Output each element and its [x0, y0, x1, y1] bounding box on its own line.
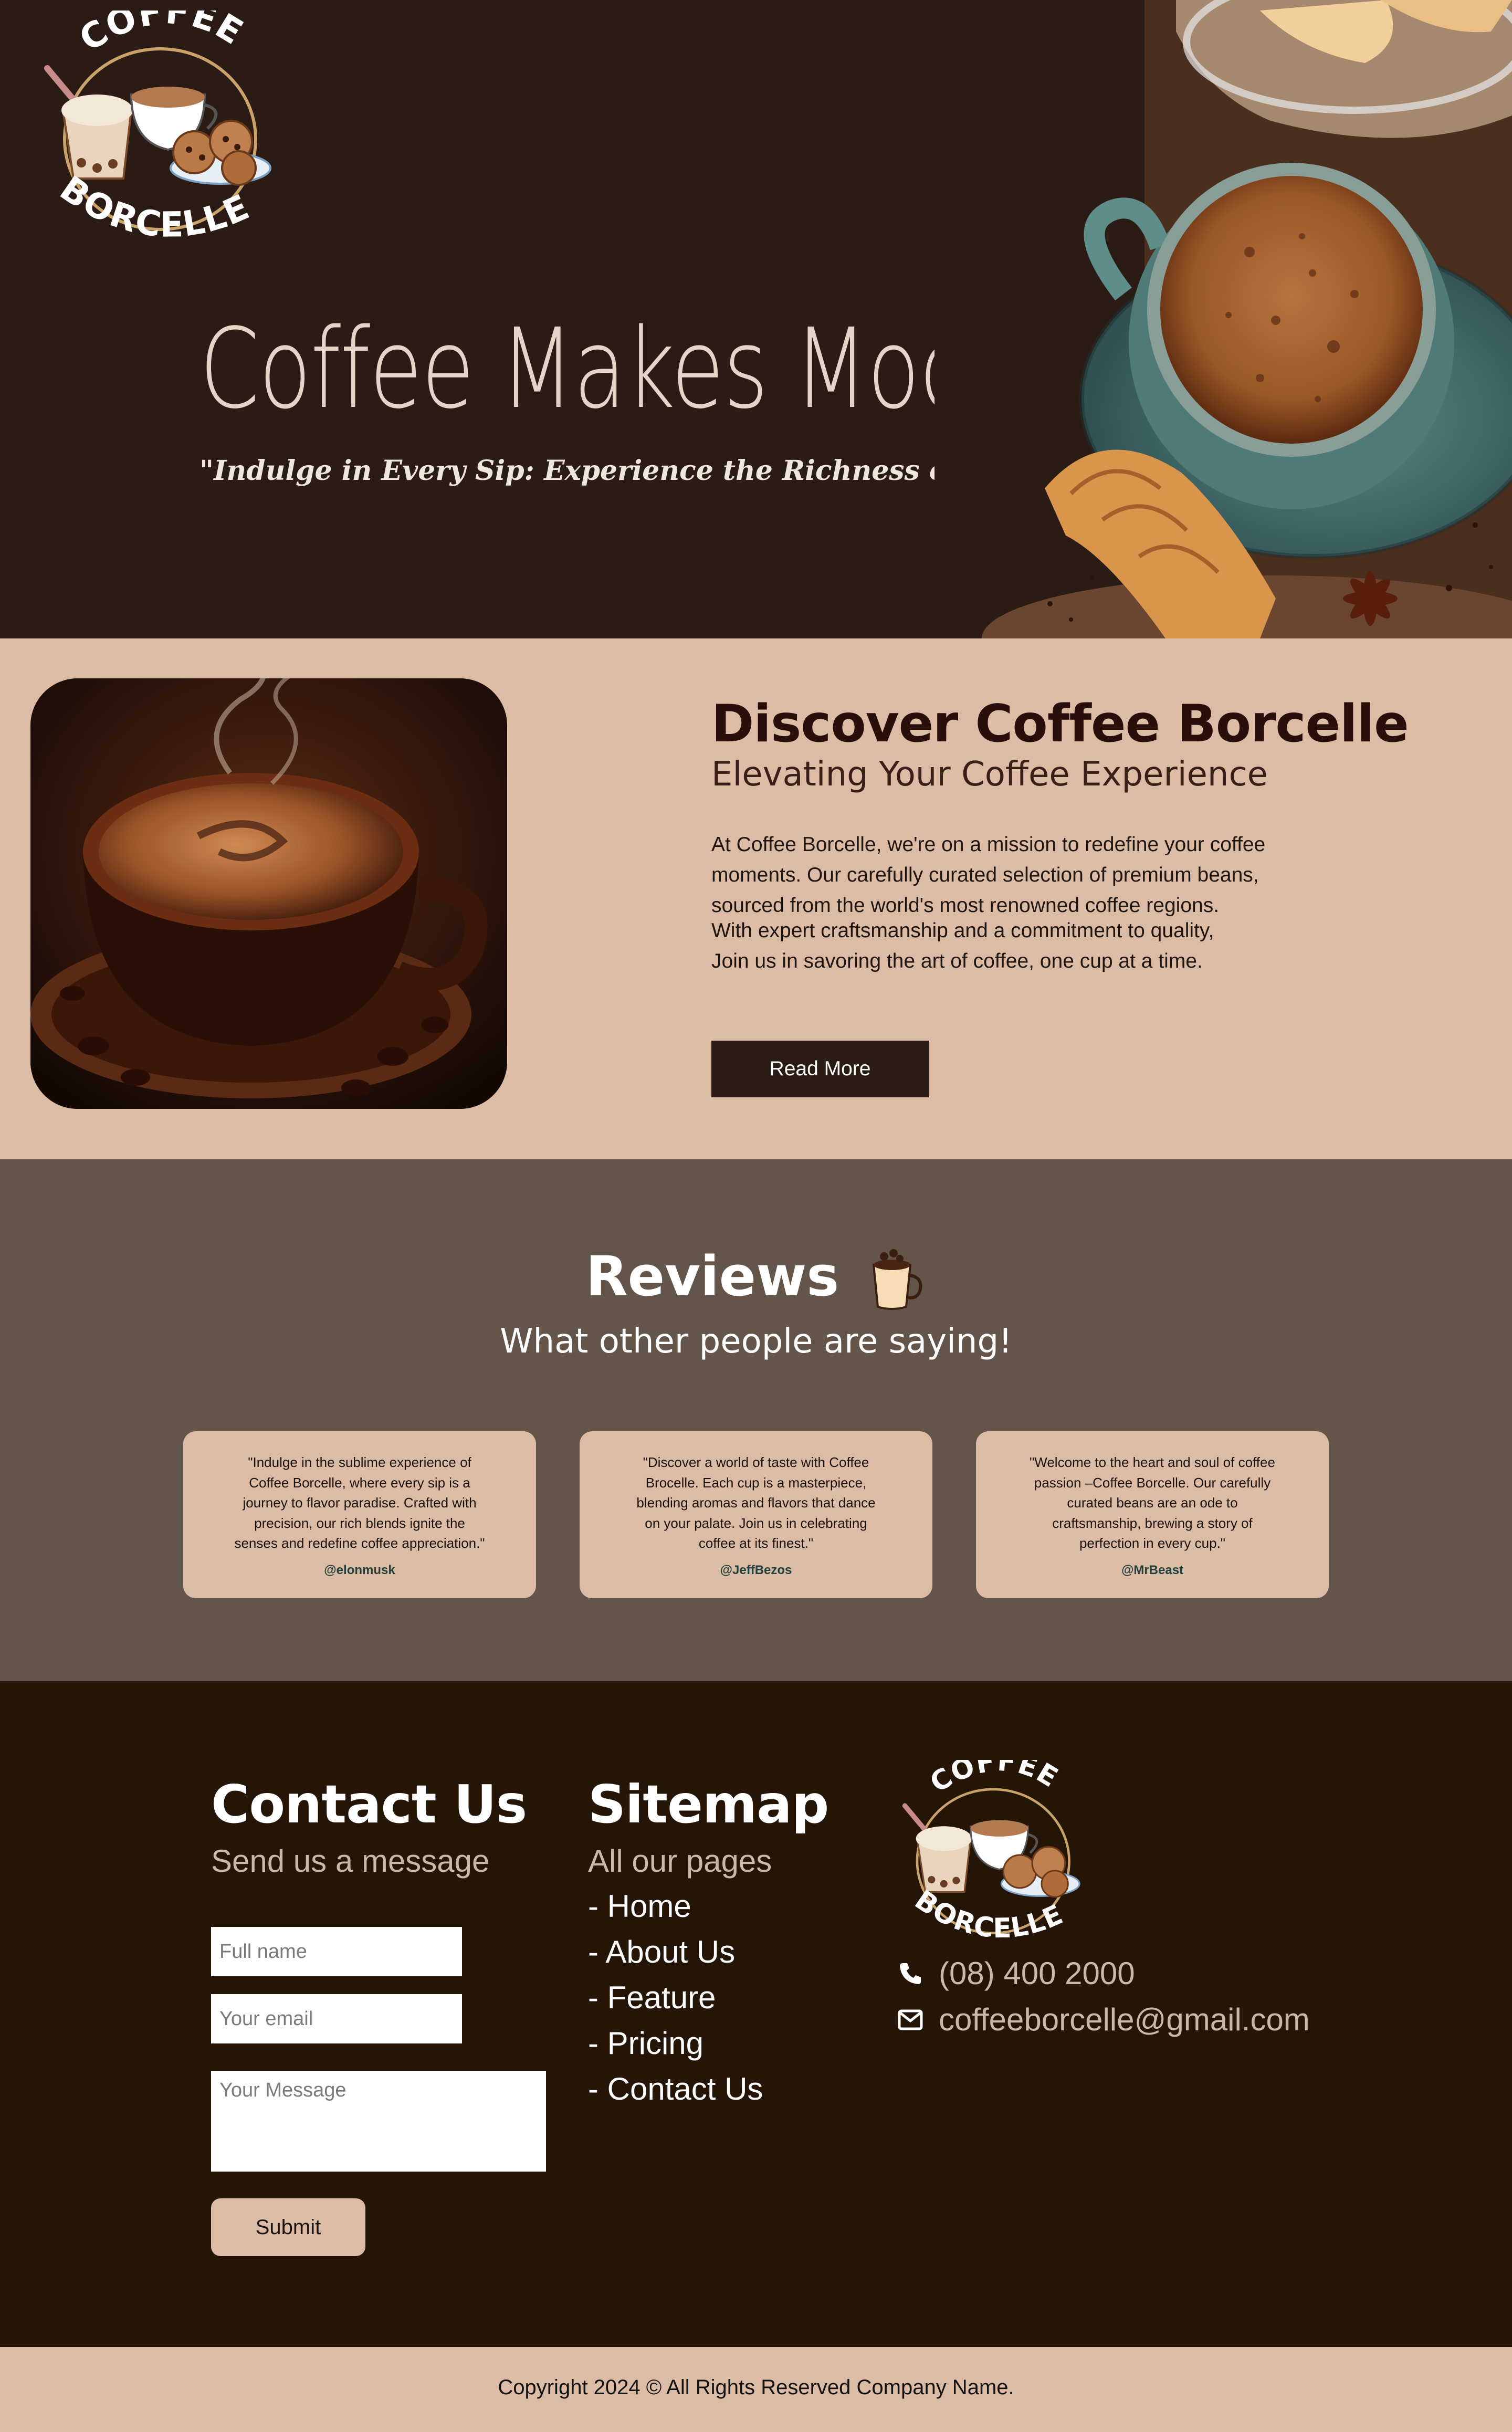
full-name-input[interactable]	[211, 1927, 462, 1976]
svg-text:COFFEE: COFFEE	[72, 11, 250, 59]
review-card: "Welcome to the heart and soul of coffee…	[976, 1431, 1329, 1598]
email-input[interactable]	[211, 1994, 462, 2043]
svg-text:COFFEE: COFFEE	[925, 1760, 1064, 1799]
footer-section: Contact Us Send us a message Submit Site…	[0, 1681, 1512, 2347]
about-section: Discover Coffee Borcelle Elevating Your …	[0, 638, 1512, 1159]
review-card: "Indulge in the sublime experience of Co…	[183, 1431, 536, 1598]
coffee-cup-illustration	[30, 678, 507, 1109]
sitemap-link-feature[interactable]: - Feature	[588, 1979, 716, 2016]
footer-logo[interactable]: COFFEE BORCELLE	[892, 1760, 1082, 1954]
sitemap-title: Sitemap	[588, 1774, 829, 1835]
email-address: coffeeborcelle@gmail.com	[939, 2002, 1310, 2037]
logo-illustration: COFFEE BORCELLE	[44, 11, 271, 245]
sitemap-link-contact[interactable]: - Contact Us	[588, 2071, 763, 2107]
copyright-bar: Copyright 2024 © All Rights Reserved Com…	[0, 2347, 1512, 2432]
sitemap-link-pricing[interactable]: - Pricing	[588, 2025, 704, 2061]
reviews-subtitle: What other people are saying!	[500, 1322, 1012, 1361]
hero-section: COFFEE BORCELLE Coffee Makes Mood "Indul…	[0, 0, 1512, 638]
message-textarea[interactable]	[211, 2071, 546, 2172]
envelope-icon	[898, 2009, 923, 2030]
about-title: Discover Coffee Borcelle	[711, 694, 1409, 754]
reviews-section: Reviews What other people are saying! "I…	[0, 1159, 1512, 1681]
coffee-cup-icon	[873, 1249, 922, 1310]
email-row[interactable]: coffeeborcelle@gmail.com	[898, 2001, 1310, 2038]
sitemap-link-about[interactable]: - About Us	[588, 1934, 735, 1970]
review-author: @elonmusk	[324, 1563, 395, 1577]
phone-number: (08) 400 2000	[939, 1956, 1135, 1991]
copyright-text: Copyright 2024 © All Rights Reserved Com…	[498, 2376, 1014, 2399]
sitemap-subtitle: All our pages	[588, 1843, 772, 1879]
review-quote: "Indulge in the sublime experience of Co…	[234, 1454, 485, 1551]
reviews-heading: Reviews	[0, 1244, 1512, 1312]
brand-logo[interactable]: COFFEE BORCELLE	[32, 11, 273, 257]
hero-title: Coffee Makes Mood	[200, 305, 1025, 433]
reviews-title: Reviews	[585, 1244, 839, 1308]
hero-coffee-photo	[934, 0, 1512, 638]
contact-subtitle: Send us a message	[211, 1843, 490, 1879]
contact-title: Contact Us	[211, 1774, 527, 1835]
about-paragraph-1: At Coffee Borcelle, we're on a mission t…	[711, 833, 1266, 917]
review-author: @MrBeast	[1121, 1563, 1184, 1577]
submit-button[interactable]: Submit	[211, 2198, 365, 2256]
review-card: "Discover a world of taste with Coffee B…	[580, 1431, 932, 1598]
phone-row[interactable]: (08) 400 2000	[898, 1955, 1135, 1991]
phone-icon	[900, 1963, 921, 1984]
about-coffee-image	[30, 678, 507, 1109]
footer-logo-illustration: COFFEE BORCELLE	[902, 1760, 1080, 1944]
read-more-button[interactable]: Read More	[711, 1041, 929, 1097]
review-author: @JeffBezos	[720, 1563, 792, 1577]
sitemap-link-home[interactable]: - Home	[588, 1888, 691, 1924]
review-quote: "Welcome to the heart and soul of coffee…	[1030, 1454, 1275, 1551]
about-subtitle: Elevating Your Coffee Experience	[711, 755, 1268, 794]
review-quote: "Discover a world of taste with Coffee B…	[636, 1454, 876, 1551]
about-paragraph-2: With expert craftsmanship and a commitme…	[711, 919, 1214, 972]
